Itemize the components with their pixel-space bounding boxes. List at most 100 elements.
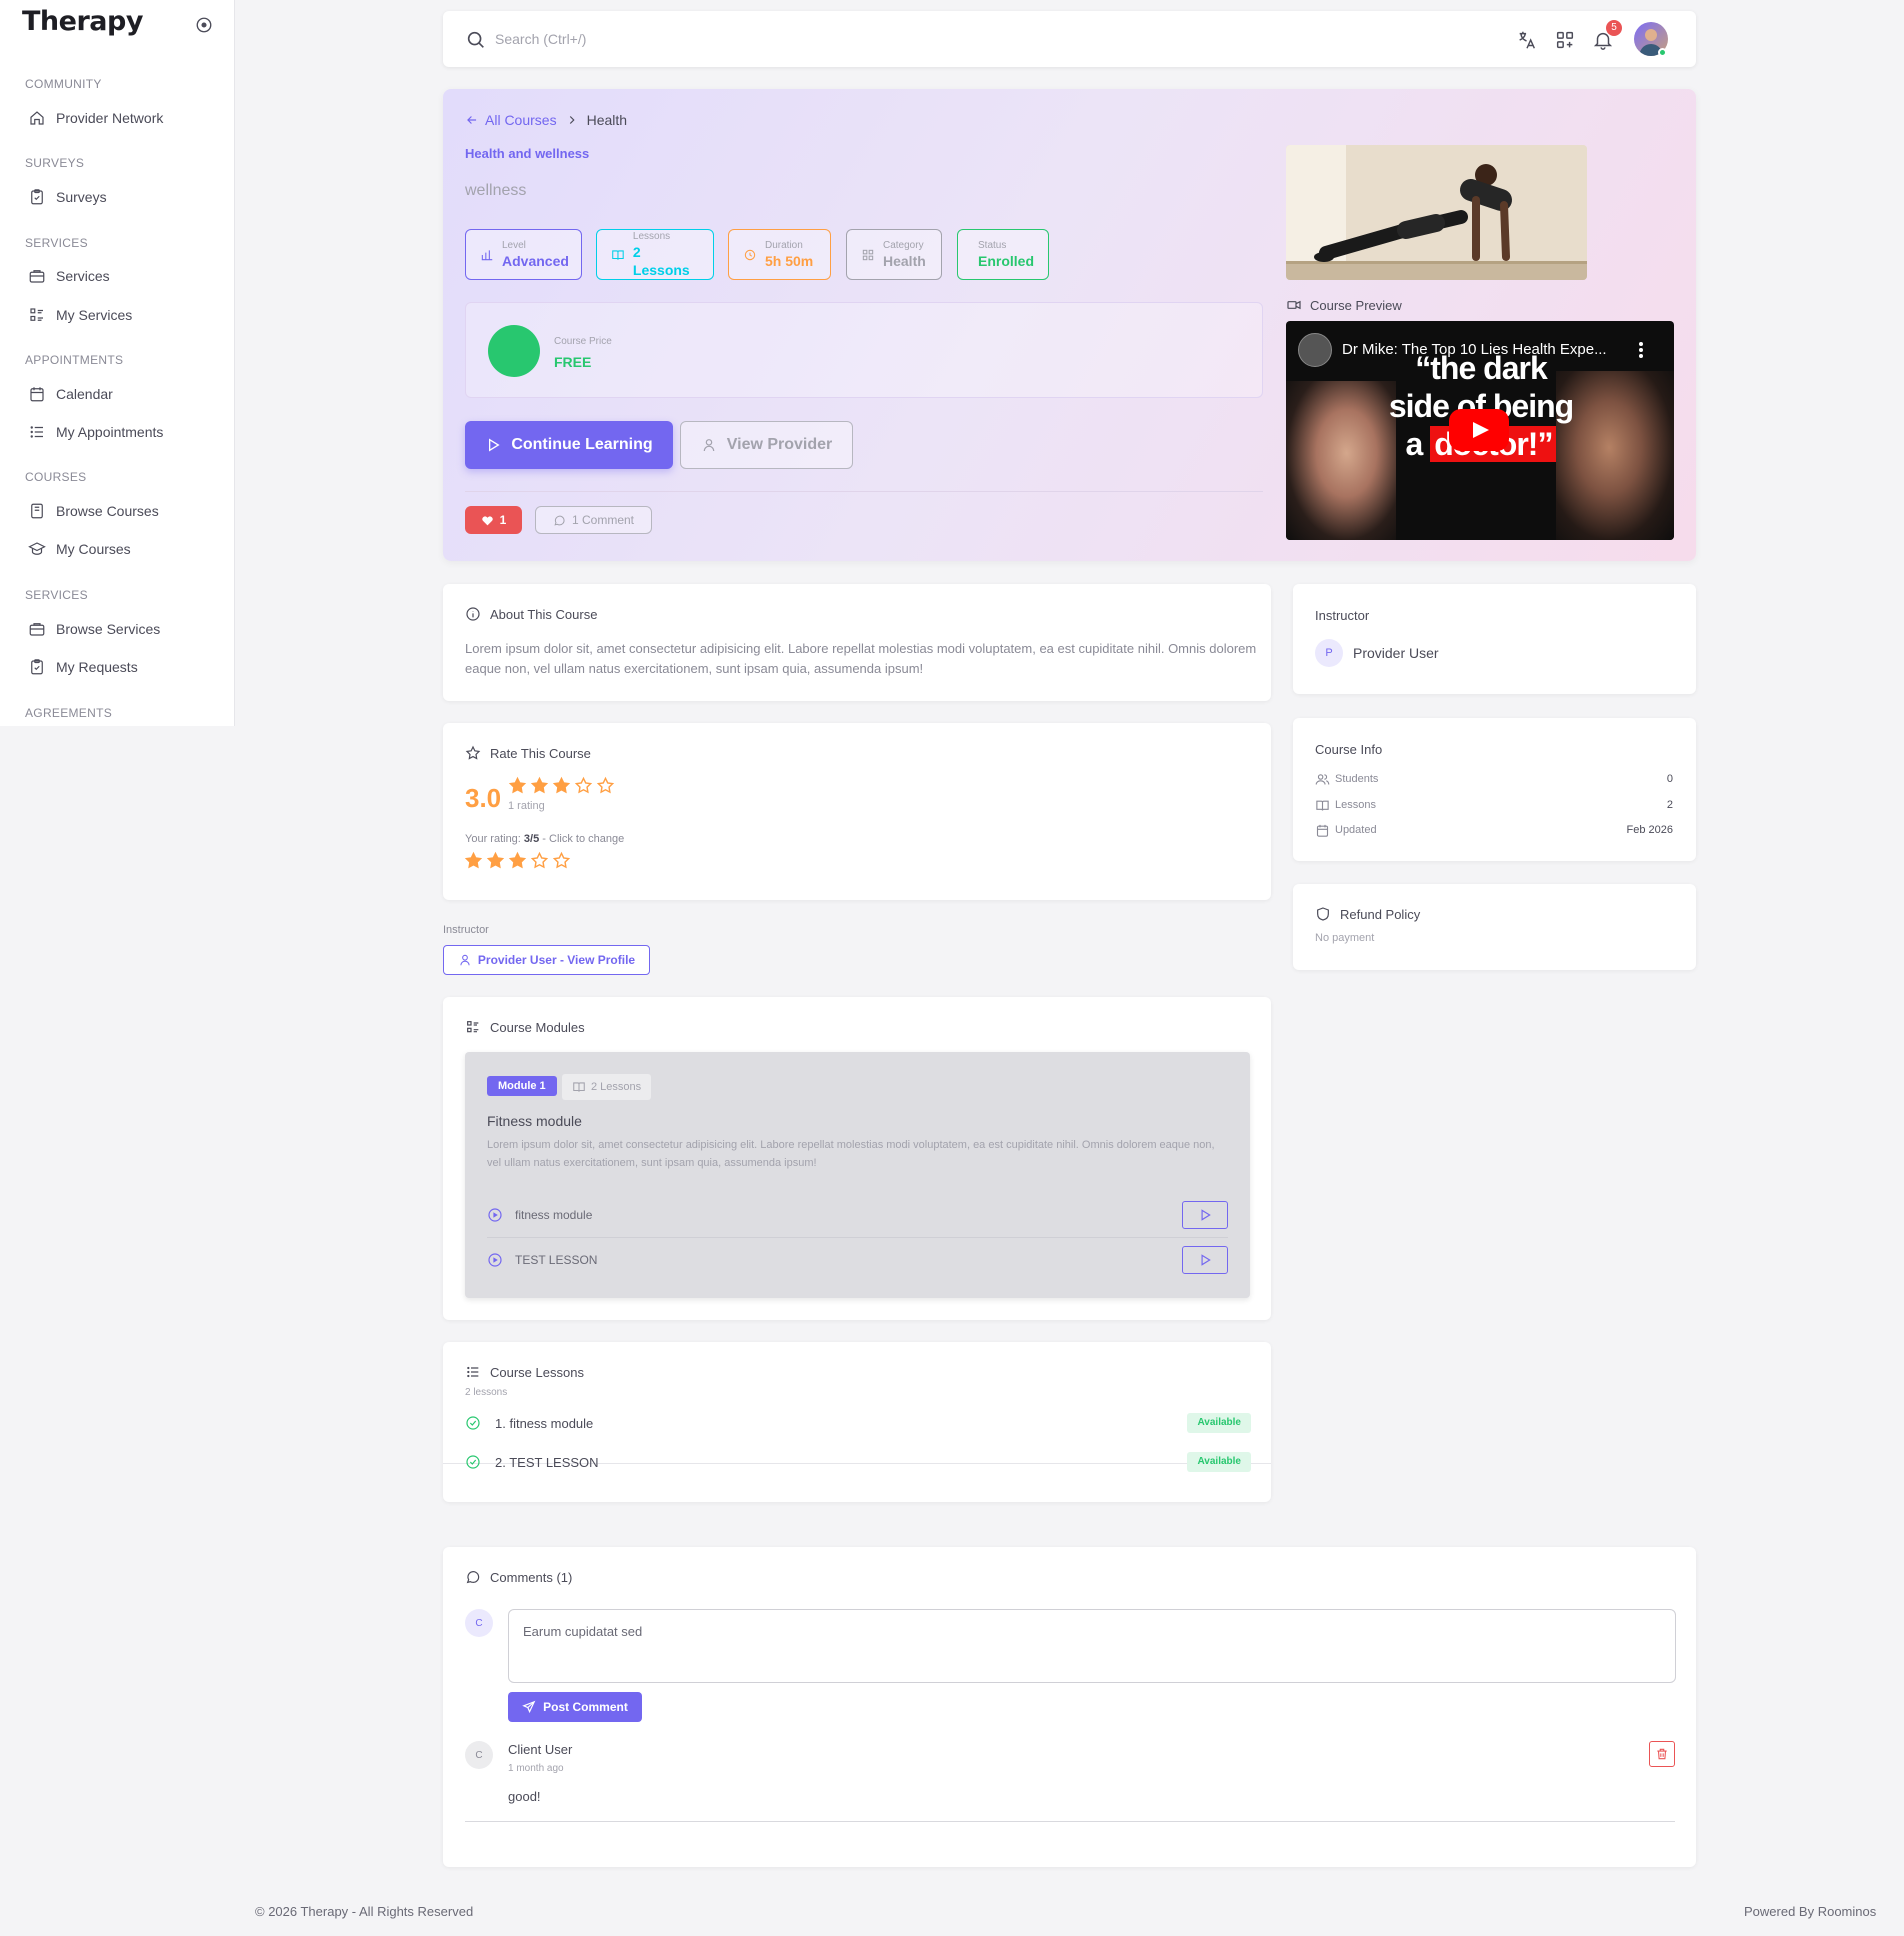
comments-card: Comments (1) C Earum cupidatat sed Post … [443,1547,1696,1867]
list-icon [467,1366,479,1378]
play-lesson-button[interactable] [1182,1201,1228,1229]
module-number-badge: Module 1 [487,1076,557,1096]
view-instructor-profile-button[interactable]: Provider User - View Profile [443,945,650,975]
price-value: FREE [554,354,592,370]
lesson-status-badge: Available [1187,1413,1251,1433]
comment-author: Client User [508,1742,573,1757]
badge-label: Category [883,239,924,251]
course-preview-video[interactable]: “the dark side of being a doctor!” Dr Mi… [1286,321,1674,540]
home-icon [30,111,44,125]
video-channel-avatar[interactable] [1298,333,1332,367]
breadcrumb-current: Health [586,112,628,128]
comments-title: Comments (1) [490,1569,573,1585]
sidebar-item-calendar[interactable]: Calendar [28,382,113,406]
video-title[interactable]: Dr Mike: The Top 10 Lies Health Expe... [1342,341,1642,358]
sidebar-item-label: My Services [56,307,133,323]
sidebar-item-label: My Requests [56,659,138,675]
badge-label: Lessons [632,230,671,242]
view-provider-button[interactable]: View Provider [680,421,853,469]
course-lessons-card: Course Lessons 2 lessons 1. fitness modu… [443,1342,1271,1502]
your-rating-stars[interactable] [464,851,571,870]
sidebar-item-surveys[interactable]: Surveys [28,185,107,209]
instructor-info[interactable]: P Provider User [1315,639,1439,667]
sidebar-item-label: Browse Services [56,621,161,637]
star-filled-icon [552,776,571,794]
course-modules-title: Course Modules [490,1019,585,1035]
book-icon [31,503,43,519]
delete-comment-button[interactable] [1649,1741,1675,1767]
category-icon [862,249,874,260]
your-rating-prefix: Your rating: [465,833,524,845]
sidebar-item-my-appointments[interactable]: My Appointments [28,420,163,444]
list-icon [30,426,43,438]
youtube-play-button[interactable] [1449,409,1509,451]
your-rating-suffix: - Click to change [539,833,625,845]
course-preview-text: Course Preview [1310,297,1402,313]
module-title: Fitness module [487,1113,582,1129]
sidebar-item-label: Browse Courses [56,503,159,519]
sidebar-item-my-courses[interactable]: My Courses [28,537,131,561]
about-course-title: About This Course [490,606,598,622]
sidebar-item-browse-services[interactable]: Browse Services [28,617,160,641]
sidebar-item-services[interactable]: Services [28,264,110,288]
lesson-title: 2. TEST LESSON [495,1454,599,1470]
category-badge: Category Health [846,229,942,280]
post-comment-button[interactable]: Post Comment [508,1692,642,1722]
video-person-left [1286,381,1396,540]
notification-count-badge: 5 [1606,20,1622,36]
course-modules-card: Course Modules Module 1 2 Lessons Fitnes… [443,997,1271,1320]
like-button[interactable]: 1 [465,506,522,534]
more-vertical-icon[interactable] [1638,341,1644,359]
rating-count: 1 rating [508,800,545,812]
user-icon [460,954,470,966]
apps-icon[interactable] [1554,29,1576,51]
comment-textarea[interactable]: Earum cupidatat sed [508,1609,1676,1683]
module-lesson-row[interactable]: fitness module [487,1193,1228,1237]
lesson-status-badge: Available [1187,1452,1251,1472]
chart-bar-icon [481,249,493,260]
course-info-card: Course Info Students 0 Lessons 2 Updated… [1293,718,1696,861]
module-lessons-count: 2 Lessons [562,1074,652,1100]
sidebar-collapse-icon[interactable] [195,16,213,34]
send-icon [522,1700,536,1714]
info-label: Students [1335,773,1379,785]
sidebar-item-my-requests[interactable]: My Requests [28,655,138,679]
comments-button[interactable]: 1 Comment [535,506,652,534]
arrow-left-icon [467,116,477,124]
breadcrumb-back-link[interactable]: All Courses [465,112,557,128]
module-lesson-row[interactable]: TEST LESSON [487,1238,1228,1282]
users-icon [1315,773,1330,785]
brand-logo[interactable]: Therapy [22,6,143,37]
star-empty-icon[interactable] [530,851,549,870]
search-icon[interactable] [465,29,487,51]
price-label: Course Price [554,336,612,347]
star-empty-icon [574,776,593,794]
sidebar-item-my-services[interactable]: My Services [28,303,132,327]
play-circle-icon [488,1208,502,1222]
sidebar-section-agreements: AGREEMENTS [25,706,113,720]
star-outline-icon [465,745,481,760]
continue-learning-label: Continue Learning [511,436,653,453]
sidebar-item-provider-network[interactable]: Provider Network [28,106,163,130]
play-lesson-button[interactable] [1182,1246,1228,1274]
lesson-row[interactable]: 2. TEST LESSON Available [465,1443,1251,1481]
module-lesson-title: TEST LESSON [515,1253,598,1267]
course-modules-header: Course Modules [465,1019,585,1035]
star-filled-icon[interactable] [464,851,483,870]
star-filled-icon[interactable] [486,851,505,870]
course-info-title: Course Info [1315,742,1383,757]
view-provider-label: View Provider [726,436,833,453]
module-lessons-label: 2 Lessons [591,1081,642,1093]
check-circle-icon [466,1455,480,1469]
trash-icon [1657,1748,1667,1760]
footer-powered-by[interactable]: Powered By Roominos [1744,1904,1876,1919]
sidebar-item-browse-courses[interactable]: Browse Courses [28,499,159,523]
lesson-row[interactable]: 1. fitness module Available [465,1404,1251,1442]
rate-course-card: Rate This Course 3.0 1 rating Your ratin… [443,723,1271,900]
star-filled-icon[interactable] [508,851,527,870]
breadcrumb: All Courses Health [465,112,627,128]
translate-icon[interactable] [1516,29,1538,51]
star-empty-icon[interactable] [552,851,571,870]
search-input[interactable] [495,27,895,51]
continue-learning-button[interactable]: Continue Learning [465,421,673,469]
